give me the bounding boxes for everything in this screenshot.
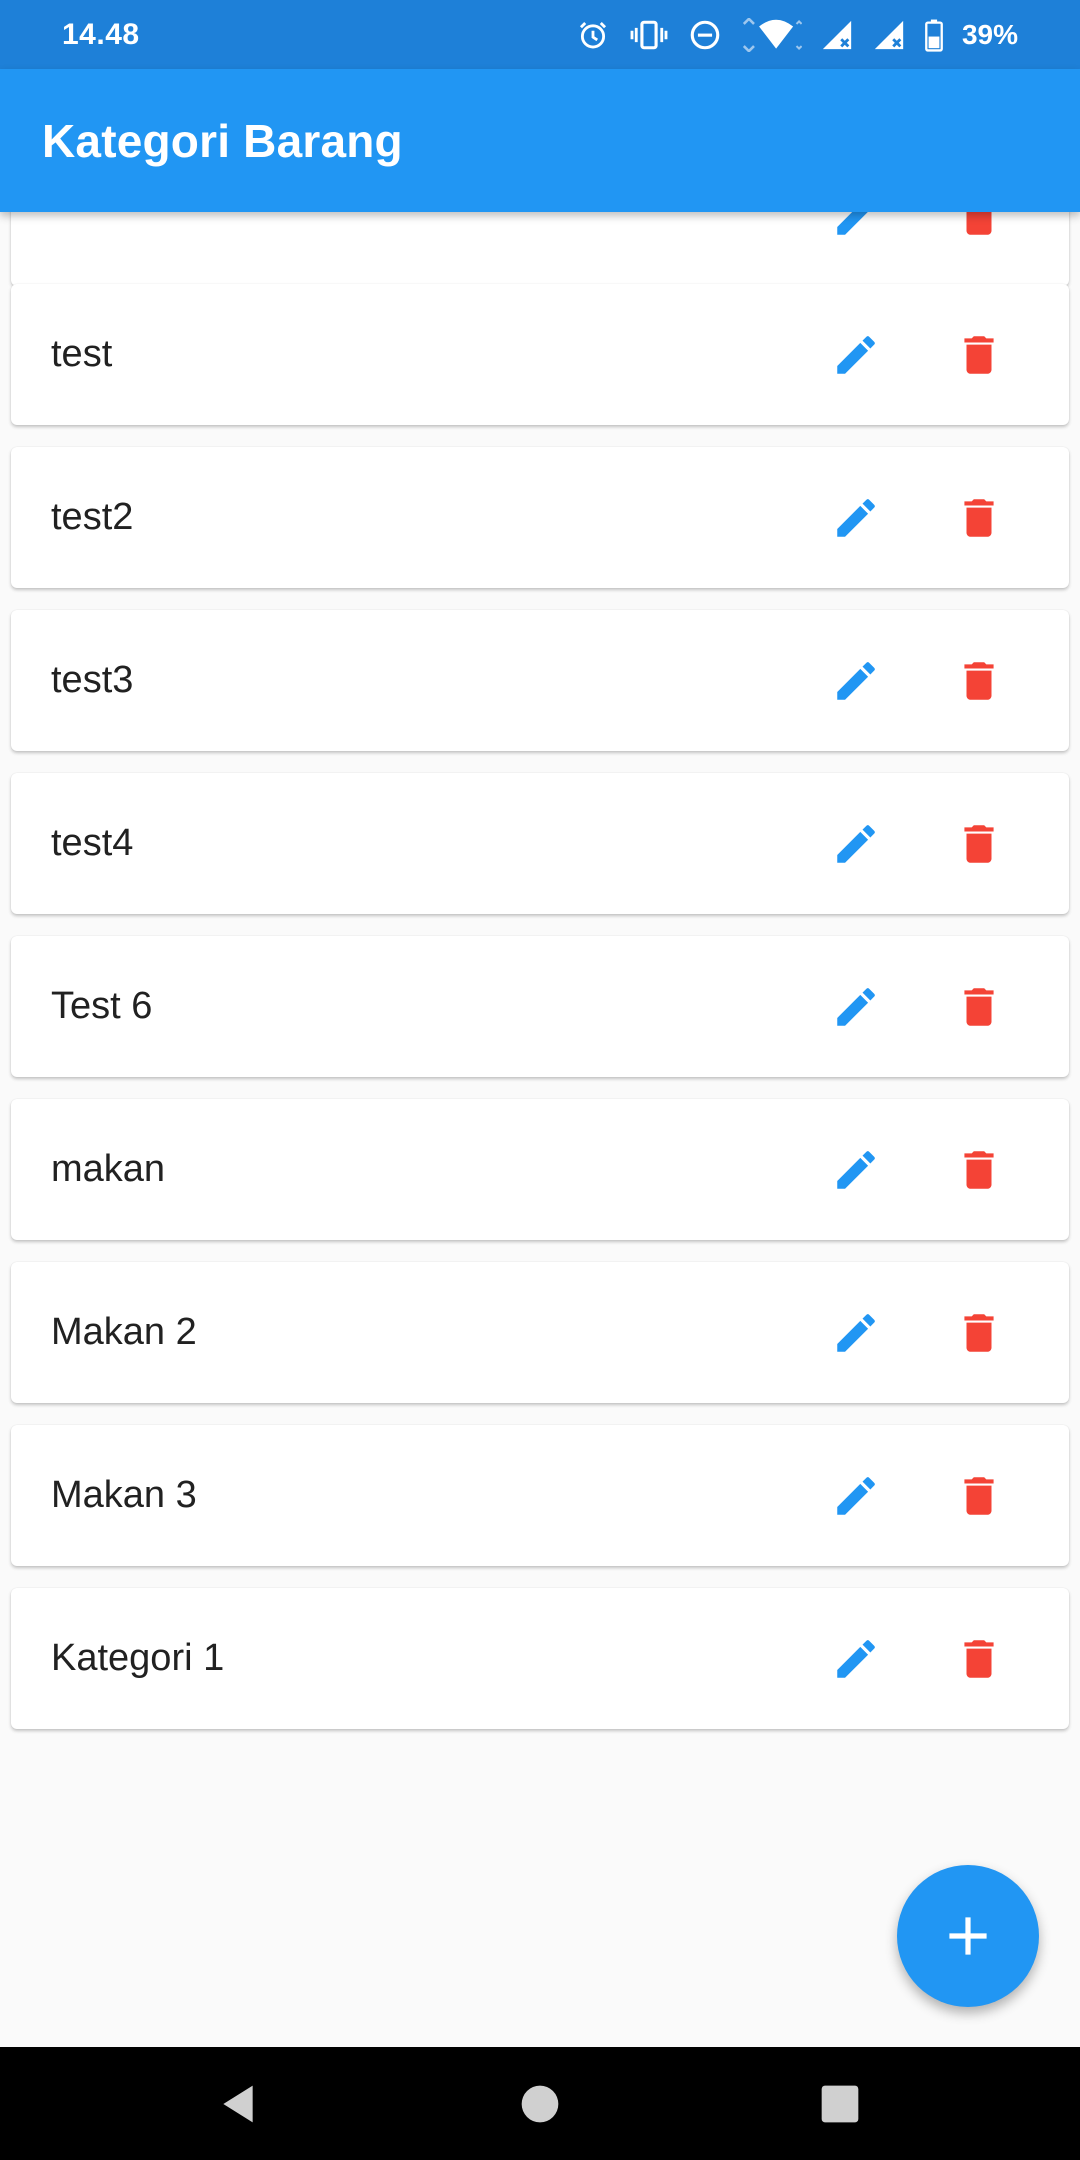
recents-button[interactable] — [800, 2064, 880, 2144]
signal-icon — [872, 18, 906, 52]
wifi-icon — [740, 17, 802, 52]
pencil-icon — [837, 1476, 875, 1515]
category-list[interactable]: test test2 test3 test4 Test 6 makan Maka… — [0, 212, 1080, 2047]
delete-button[interactable] — [929, 794, 1029, 894]
pencil-icon — [837, 1313, 875, 1352]
status-bar: 14.48 39% — [0, 0, 1080, 69]
delete-button[interactable] — [929, 1446, 1029, 1546]
list-item: test3 — [11, 610, 1069, 751]
back-button[interactable] — [198, 2064, 278, 2144]
page-title: Kategori Barang — [42, 114, 403, 167]
signal-icon — [820, 18, 854, 52]
pencil-icon — [837, 212, 868, 235]
list-item: Makan 2 — [11, 1262, 1069, 1403]
delete-button[interactable] — [929, 1283, 1029, 1383]
battery-percent: 39% — [961, 18, 1018, 50]
plus-icon — [949, 1917, 987, 1955]
trash-icon — [964, 1639, 994, 1678]
home-button[interactable] — [500, 2064, 580, 2144]
status-time: 14.48 — [62, 17, 140, 51]
category-label: makan — [51, 1148, 166, 1190]
delete-button[interactable] — [929, 468, 1029, 568]
delete-button[interactable] — [929, 305, 1029, 405]
pencil-icon — [837, 824, 875, 863]
edit-button[interactable] — [806, 794, 906, 894]
pencil-icon — [837, 1150, 875, 1189]
trash-icon — [966, 212, 992, 235]
trash-icon — [964, 661, 994, 700]
pencil-icon — [837, 661, 875, 700]
trash-icon — [964, 987, 994, 1026]
delete-button[interactable] — [929, 957, 1029, 1057]
do-not-disturb-icon — [688, 18, 722, 52]
navigation-bar — [0, 2047, 1080, 2160]
delete-button[interactable] — [929, 212, 1029, 266]
category-label: Makan 2 — [51, 1311, 197, 1353]
list-item: Makan 3 — [11, 1425, 1069, 1566]
category-label: test2 — [51, 496, 134, 538]
recents-icon — [821, 2085, 859, 2122]
list-item: test4 — [11, 773, 1069, 914]
trash-icon — [964, 824, 994, 863]
edit-button[interactable] — [806, 1609, 906, 1709]
category-label: Kategori 1 — [51, 1637, 225, 1679]
edit-button[interactable] — [806, 468, 906, 568]
pencil-icon — [837, 335, 875, 374]
list-item: makan — [11, 1099, 1069, 1240]
delete-button[interactable] — [929, 1609, 1029, 1709]
list-item: Test 6 — [11, 936, 1069, 1077]
category-label: test3 — [51, 659, 134, 701]
pencil-icon — [837, 498, 875, 537]
delete-button[interactable] — [929, 1120, 1029, 1220]
vibrate-icon — [628, 18, 670, 52]
back-icon — [223, 2085, 253, 2122]
trash-icon — [964, 1476, 994, 1515]
pencil-icon — [837, 1639, 875, 1678]
edit-button[interactable] — [806, 1120, 906, 1220]
trash-icon — [964, 1150, 994, 1189]
delete-button[interactable] — [929, 631, 1029, 731]
edit-button[interactable] — [806, 1446, 906, 1546]
app-bar: Kategori Barang — [0, 69, 1080, 212]
home-icon — [521, 2085, 559, 2122]
list-item: test2 — [11, 447, 1069, 588]
battery-icon — [924, 18, 944, 52]
trash-icon — [964, 335, 994, 374]
category-label: Makan 3 — [51, 1474, 197, 1516]
alarm-icon — [576, 18, 610, 52]
pencil-icon — [837, 987, 875, 1026]
edit-button[interactable] — [806, 305, 906, 405]
edit-button[interactable] — [806, 1283, 906, 1383]
add-category-button[interactable] — [897, 1865, 1039, 2007]
edit-button[interactable] — [806, 957, 906, 1057]
category-label: test — [51, 333, 113, 375]
status-icons: 39% — [576, 17, 1018, 52]
trash-icon — [964, 498, 994, 537]
list-item: test — [11, 284, 1069, 425]
category-label: Test 6 — [51, 985, 153, 1027]
edit-button[interactable] — [806, 631, 906, 731]
list-item: Kategori 1 — [11, 1588, 1069, 1729]
list-item — [11, 212, 1069, 286]
category-label: test4 — [51, 822, 134, 864]
trash-icon — [964, 1313, 994, 1352]
edit-button[interactable] — [806, 212, 906, 266]
